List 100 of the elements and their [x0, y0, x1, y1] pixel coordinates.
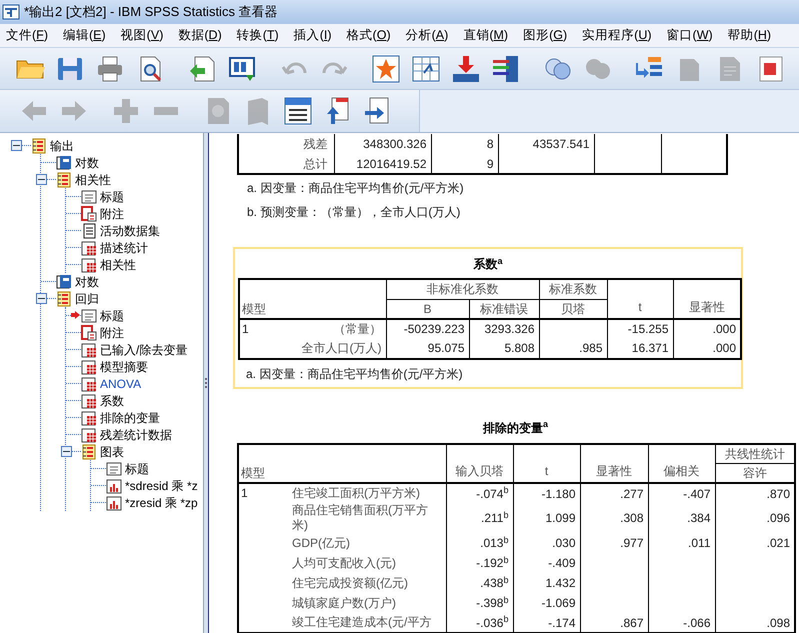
outline-item[interactable]: *sdresid 乘 *z — [125, 476, 198, 494]
table-value: 95.075 — [428, 341, 464, 355]
outline-item[interactable]: 附注 — [100, 204, 124, 222]
outline-folder-icon — [31, 138, 47, 154]
pivot-table-icon — [81, 376, 97, 392]
table-value: -.409 — [548, 556, 576, 570]
outline-folder-icon — [81, 444, 97, 460]
table-value: 3293.326 — [484, 322, 534, 336]
pivot-table-icon — [81, 426, 97, 442]
table-value: .384 — [687, 511, 710, 525]
outline-item[interactable]: 标题 — [125, 460, 149, 478]
window-title: *输出2 [文档2] - IBM SPSS Statistics 查看器 — [24, 3, 278, 22]
expander-toggle[interactable] — [61, 446, 72, 457]
row-label: 住宅竣工面积(万平方米) — [292, 486, 420, 500]
footnote: a. 因变量：商品住宅平均售价(元/平方米) — [247, 180, 465, 197]
table-value: -15.255 — [628, 322, 668, 336]
title-page-icon — [81, 308, 97, 324]
column-header: 模型 — [242, 302, 266, 316]
row-label: （常量） — [334, 322, 382, 336]
column-header: 共线性统计 — [724, 446, 785, 461]
undo-icon — [282, 62, 306, 75]
expander-toggle[interactable] — [11, 140, 22, 151]
menu-item[interactable]: 图形(G) — [517, 26, 574, 45]
outline-item[interactable]: 相关性 — [75, 170, 111, 188]
row-label: GDP(亿元) — [292, 536, 350, 550]
column-header: 显著性 — [596, 464, 632, 478]
model-number: 1 — [242, 322, 249, 336]
column-header: t — [544, 464, 548, 478]
table-value: .211$^{b}$ — [481, 511, 508, 525]
row-label: 全市人口(万人) — [302, 341, 382, 355]
outline-item[interactable]: 描述统计 — [100, 238, 148, 256]
row-label: 竣工住宅建造成本(元/平方 — [292, 615, 432, 629]
outline-item[interactable]: 已输入/除去变量 — [100, 340, 188, 358]
outline-item[interactable]: 输出 — [50, 136, 74, 154]
column-header: 模型 — [241, 466, 265, 480]
redo-icon — [322, 62, 346, 75]
menu-item[interactable]: 视图(V) — [114, 26, 170, 45]
table-value: .000 — [712, 341, 736, 355]
table-value: .277 — [620, 486, 644, 500]
table-value: 43537.541 — [532, 137, 590, 151]
table-value: 348300.326 — [363, 137, 426, 151]
collapse-icon — [13, 142, 20, 149]
column-header: 输入贝塔 — [456, 464, 504, 478]
model-number: 1 — [241, 486, 248, 500]
collapse-icon — [63, 448, 70, 455]
outline-item[interactable]: 标题 — [100, 188, 124, 206]
title-page-icon — [106, 460, 122, 476]
menu-item[interactable]: 编辑(E) — [56, 26, 112, 45]
outline-folder-icon — [56, 172, 72, 188]
menu-item[interactable]: 窗口(W) — [660, 26, 719, 45]
outline-item[interactable]: 回归 — [75, 290, 99, 308]
expander-toggle[interactable] — [36, 174, 47, 185]
column-header: 标准系数 — [549, 282, 597, 296]
table-value: -.407 — [683, 486, 710, 500]
outline-item[interactable]: 排除的变量 — [100, 408, 160, 426]
outline-item[interactable]: 对数 — [75, 154, 99, 172]
footnote: a. 因变量：商品住宅平均售价(元/平方米) — [246, 366, 463, 380]
heading-icon — [282, 95, 314, 127]
table-value: -.066 — [683, 616, 710, 630]
menu-item[interactable]: 插入(I) — [288, 26, 338, 45]
menu-item[interactable]: 分析(A) — [400, 26, 454, 45]
table-value: .000 — [712, 322, 736, 336]
row-label: 残差 — [304, 137, 328, 151]
table-value: .021 — [766, 536, 790, 550]
outline-item[interactable]: 图表 — [100, 442, 124, 460]
outline-item[interactable]: 模型摘要 — [100, 358, 148, 376]
outline-item[interactable]: 系数 — [100, 392, 124, 410]
outline-item[interactable]: 活动数据集 — [100, 222, 160, 240]
table-value: .098 — [766, 616, 790, 630]
outline-item[interactable]: ANOVA — [100, 374, 142, 392]
outline-item[interactable]: 残差统计数据 — [100, 426, 172, 444]
outline-item[interactable]: *zresid 乘 *zp — [125, 494, 198, 512]
table-value: 9 — [486, 156, 494, 170]
bar-chart-icon — [106, 478, 122, 494]
outline-item[interactable]: 对数 — [75, 272, 99, 290]
expander-toggle[interactable] — [36, 293, 47, 304]
column-header: 标准错误 — [480, 302, 528, 316]
table-value: 8 — [486, 137, 494, 151]
outline-item[interactable]: 相关性 — [100, 256, 136, 274]
log-book-icon — [56, 154, 72, 170]
column-header: 偏相关 — [664, 464, 700, 478]
outline-item[interactable]: 标题 — [100, 306, 124, 324]
table-value: 1.099 — [545, 511, 576, 525]
table-title: 排除的变量$^{a}$ — [482, 420, 548, 434]
outline-item[interactable]: 附注 — [100, 324, 124, 342]
menu-item[interactable]: 直销(M) — [457, 26, 514, 45]
menu-item[interactable]: 文件(F) — [0, 26, 54, 45]
column-header: t — [638, 300, 642, 314]
table-value: .867 — [620, 616, 644, 630]
table-value: -1.180 — [541, 486, 576, 500]
menu-item[interactable]: 数据(D) — [172, 26, 228, 45]
table-value: -.074$^{b}$ — [476, 486, 508, 500]
app-icon — [2, 3, 20, 21]
table-value: .011 — [688, 536, 710, 550]
menu-item[interactable]: 格式(O) — [340, 26, 397, 45]
menu-item[interactable]: 帮助(H) — [722, 26, 778, 45]
column-header: 非标准化系数 — [426, 282, 498, 296]
menu-item[interactable]: 实用程序(U) — [576, 26, 658, 45]
notes-page-icon — [81, 324, 97, 340]
menu-item[interactable]: 转换(T) — [230, 26, 285, 45]
